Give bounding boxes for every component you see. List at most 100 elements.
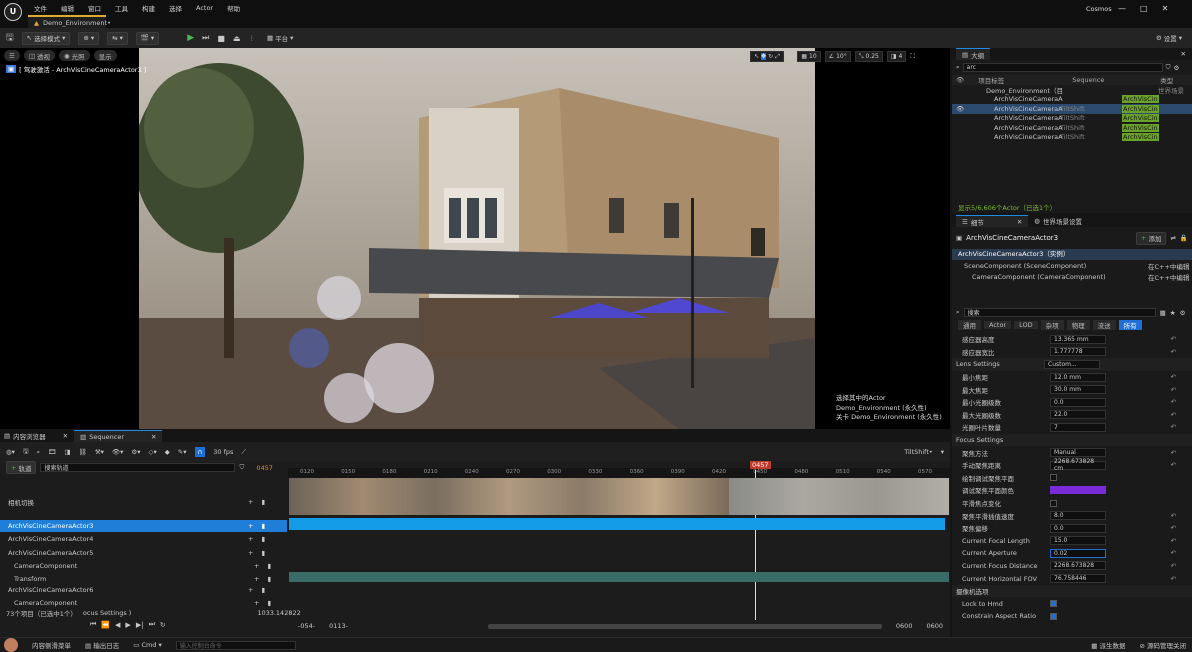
platforms-button[interactable]: ▦ 平台 ▾ (263, 32, 297, 45)
settings-button[interactable]: ⚙ 设置 ▾ (1152, 32, 1186, 45)
grid-snap[interactable]: ▦ 10 (797, 51, 821, 62)
property-checkbox[interactable] (1050, 499, 1057, 507)
range-end[interactable]: 0600 (896, 622, 913, 630)
save-icon[interactable]: 🖫 (23, 447, 29, 458)
property-value[interactable]: Manual (1050, 448, 1106, 458)
add-key-icon[interactable]: + (254, 575, 259, 583)
grid-view-icon[interactable]: ▦ (1160, 309, 1166, 317)
search-asset-icon[interactable]: ⌕ (36, 448, 40, 457)
source-control-button[interactable]: ⊘ 源码管理关闭 (1139, 640, 1186, 650)
menu-actor[interactable]: Actor (196, 4, 213, 12)
add-key-icon[interactable]: + (254, 599, 259, 607)
selected-track-bar[interactable] (289, 518, 945, 530)
perspective-button[interactable]: ◫ 透视 (23, 50, 55, 61)
property-row[interactable]: 最大光圈级数 22.0 ↶ (952, 409, 1192, 422)
reset-icon[interactable]: ↶ (1171, 549, 1176, 557)
property-value[interactable]: 2268.673828 (1050, 561, 1106, 571)
timeline-ruler[interactable]: 0120 0150 0180 0210 0240 0270 0300 0330 0360 0390… (288, 468, 950, 478)
content-drawer-button[interactable]: 内容侧滑菜单 (32, 640, 71, 650)
property-value[interactable]: 13.365 mm (1050, 334, 1106, 344)
filter-chip[interactable]: 物理 (1066, 320, 1090, 330)
component-source[interactable]: 在C++中编辑 (1148, 261, 1189, 271)
property-row[interactable]: 手动聚焦距离 2268.673828 cm ↶ (952, 458, 1192, 472)
step-forward-icon[interactable]: ▶| (136, 621, 144, 629)
console-input[interactable]: 输入控制台命令 (175, 640, 296, 650)
key-icon[interactable]: ◇▾ (149, 448, 157, 456)
property-section[interactable]: 摄像机选项 (952, 584, 1192, 598)
add-key-icon[interactable]: + (254, 562, 259, 570)
snap-icon[interactable]: ∩ (194, 447, 206, 457)
reset-icon[interactable]: ↶ (1171, 335, 1176, 343)
range-in[interactable]: 0113- (329, 622, 348, 630)
add-key-icon[interactable]: + (248, 522, 253, 530)
property-value[interactable]: 0.0 (1050, 397, 1106, 407)
skip-start-icon[interactable]: ⏮ (90, 620, 96, 629)
visibility-icon[interactable]: 👁 (956, 105, 964, 113)
document-tab[interactable]: ▲ Demo_Environment• (28, 15, 111, 28)
actor-name[interactable]: ArchVisCineCameraActor3 (966, 234, 1058, 242)
stop-icon[interactable]: ■ (217, 34, 225, 43)
star-icon[interactable]: ★ (1170, 309, 1176, 317)
reset-icon[interactable]: ↶ (1171, 461, 1176, 469)
fps-dropdown[interactable]: 30 fps (213, 448, 233, 456)
reset-icon[interactable]: ↶ (1171, 537, 1176, 545)
property-row[interactable]: 感应器宽比 1.777778 ↶ (952, 346, 1192, 359)
reset-icon[interactable]: ↶ (1171, 373, 1176, 381)
property-value[interactable]: 0.02 (1050, 548, 1106, 558)
component-row[interactable]: SceneComponent (SceneComponent) 在C++中编辑 (952, 260, 1192, 271)
close-tab-icon[interactable]: ✕ (1017, 218, 1022, 226)
transform-track-bar[interactable] (289, 572, 949, 582)
chevron-down-icon[interactable]: ▾ (941, 448, 944, 456)
menu-window[interactable]: 窗口 (88, 3, 101, 13)
blueprint-icon[interactable]: ⇌ (1170, 234, 1175, 242)
reset-icon[interactable]: ↶ (1171, 575, 1176, 583)
outliner-row[interactable]: ArchVisCineCameraA TiltShift ArchVisCin (952, 133, 1192, 143)
property-row[interactable]: 感应器高度 13.365 mm ↶ (952, 333, 1192, 346)
property-checkbox[interactable] (1050, 612, 1057, 620)
play-icon[interactable]: ▶ (125, 621, 130, 629)
save-icon[interactable]: 🖫 (6, 30, 14, 46)
viewport-menu-button[interactable]: ☰ (4, 50, 20, 61)
minimize-icon[interactable]: — (1118, 4, 1126, 13)
track-search-input[interactable]: 搜索轨道 (40, 463, 236, 472)
track-options-icon[interactable]: ▮ (261, 522, 265, 530)
filter-chip[interactable]: LOD (1014, 321, 1038, 329)
add-key-icon[interactable]: + (248, 498, 253, 506)
range-scrollbar[interactable] (488, 623, 882, 629)
show-button[interactable]: 显示 (93, 50, 117, 61)
actions-icon[interactable]: ⚒▾ (95, 448, 104, 456)
loop-icon[interactable]: ↻ (160, 621, 166, 629)
color-swatch[interactable] (1050, 486, 1106, 495)
reset-icon[interactable]: ↶ (1171, 386, 1176, 394)
track-row[interactable]: CameraComponent + ▮ (0, 560, 287, 572)
filter-icon[interactable]: ⛉ (1166, 63, 1171, 72)
add-track-button[interactable]: + 轨道 (6, 461, 37, 474)
col-type[interactable]: 类型 (1160, 75, 1173, 85)
property-row[interactable]: 最小光圈级数 0.0 ↶ (952, 396, 1192, 409)
camera-speed[interactable]: ◨ 4 (886, 51, 907, 62)
property-value[interactable]: 76.758446 (1050, 574, 1106, 584)
details-search-input[interactable]: 搜索 (963, 308, 1156, 317)
track-options-icon[interactable]: ▮ (261, 586, 265, 594)
filter-chip[interactable]: Actor (984, 321, 1012, 329)
view-options-icon[interactable]: 👁▾ (112, 448, 124, 456)
property-row[interactable]: Lock to Hmd (952, 597, 1192, 610)
component-row[interactable]: CameraComponent (CameraComponent) 在C++中编辑 (952, 271, 1192, 282)
property-row[interactable]: 平滑焦点变化 (952, 497, 1192, 510)
property-value[interactable]: 7 (1050, 422, 1106, 432)
property-row[interactable]: Constrain Aspect Ratio (952, 610, 1192, 623)
sequencer-tab[interactable]: ▥ Sequencer ✕ (74, 430, 163, 442)
step-back-icon[interactable]: ◀ (115, 621, 120, 629)
mode-select-button[interactable]: ↖ 选择模式 ▾ (21, 31, 71, 45)
camera-cut-thumbnails[interactable] (289, 478, 949, 515)
eject-pilot-icon[interactable]: ▣ (6, 65, 17, 73)
cmd-dropdown[interactable]: ▭ Cmd ▾ (133, 641, 162, 649)
track-row[interactable]: ArchVisCineCameraActor4 + ▮ (0, 533, 287, 545)
reset-icon[interactable]: ↶ (1171, 562, 1176, 570)
range-out[interactable]: 0600 (926, 622, 943, 630)
filter-icon[interactable]: ⛉ (239, 463, 244, 472)
details-tab[interactable]: ☰ 细节 ✕ (956, 215, 1029, 227)
lock-icon[interactable]: ⛓ (79, 448, 87, 456)
reset-icon[interactable]: ↶ (1171, 411, 1176, 419)
range-start[interactable]: -054- (298, 622, 315, 630)
